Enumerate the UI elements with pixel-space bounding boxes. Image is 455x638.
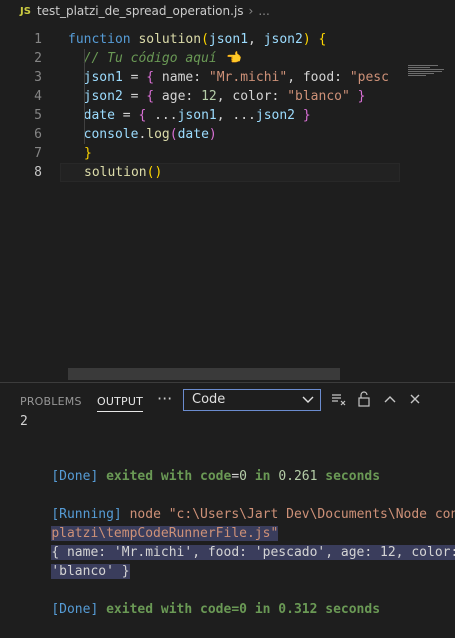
line-number: 1 — [34, 32, 42, 47]
chevron-up-icon[interactable] — [382, 391, 398, 407]
line-number: 5 — [34, 108, 42, 123]
output-line: 2 — [20, 414, 28, 429]
tab-problems[interactable]: PROBLEMS — [20, 395, 82, 408]
code-text: date = { ...json1, ...json2 } — [68, 108, 311, 123]
line-number: 6 — [34, 127, 42, 142]
code-text: } — [84, 146, 92, 161]
tab-output[interactable]: OUTPUT — [97, 395, 144, 412]
code-line[interactable]: 5 date = { ...json1, ...json2 } — [0, 106, 400, 125]
done-label: [Done] — [51, 469, 99, 484]
code-line[interactable]: 1 function solution(json1, json2) { — [0, 30, 400, 49]
code-text: // Tu código aquí 👈 — [68, 51, 241, 66]
breadcrumb-more[interactable]: ... — [258, 4, 269, 18]
line-number: 2 — [34, 51, 42, 66]
close-icon[interactable] — [407, 391, 423, 407]
output-line: [Done] exited with code=0 in 0.312 secon… — [51, 602, 381, 617]
code-line[interactable]: 7} — [0, 144, 400, 163]
breadcrumb: JS test_platzi_de_spread_operation.js › … — [0, 0, 455, 22]
javascript-file-icon: JS — [20, 5, 31, 17]
bottom-panel: PROBLEMS OUTPUT ··· Code 2 [Done] exited… — [0, 382, 455, 617]
more-actions-icon[interactable]: ··· — [157, 389, 172, 408]
code-text: json1 = { name: "Mr.michi", food: "pesc — [68, 70, 389, 85]
code-editor[interactable]: 1 function solution(json1, json2) { 2 // T… — [0, 30, 455, 382]
code-line[interactable]: 3 json1 = { name: "Mr.michi", food: "pes… — [0, 68, 400, 87]
line-number: 7 — [34, 146, 42, 161]
output-channel-value: Code — [192, 392, 226, 407]
output-channel-select[interactable]: Code — [183, 389, 321, 411]
code-line[interactable]: 6 console.log(date) — [0, 125, 400, 144]
code-text: console.log(date) — [68, 127, 217, 142]
panel-tabs: PROBLEMS OUTPUT ··· Code — [0, 383, 455, 417]
code-text: solution() — [84, 165, 163, 180]
minimap[interactable] — [408, 65, 446, 77]
horizontal-scrollbar[interactable] — [68, 368, 340, 380]
indent-guide — [84, 49, 85, 144]
lock-icon[interactable] — [356, 391, 372, 407]
code-line[interactable]: 2 // Tu código aquí 👈 — [0, 49, 400, 68]
breadcrumb-file[interactable]: test_platzi_de_spread_operation.js — [37, 4, 244, 18]
line-number: 8 — [34, 165, 42, 180]
code-text: function solution(json1, json2) { — [68, 32, 327, 47]
line-number: 4 — [34, 89, 42, 104]
code-line[interactable]: 4 json2 = { age: 12, color: "blanco" } — [0, 87, 400, 106]
clear-output-icon[interactable] — [330, 391, 346, 407]
chevron-down-icon — [302, 390, 314, 417]
breadcrumb-separator: › — [248, 4, 254, 18]
code-line[interactable]: 8 solution() — [0, 163, 400, 182]
line-number: 3 — [34, 70, 42, 85]
code-text: json2 = { age: 12, color: "blanco" } — [68, 89, 366, 104]
